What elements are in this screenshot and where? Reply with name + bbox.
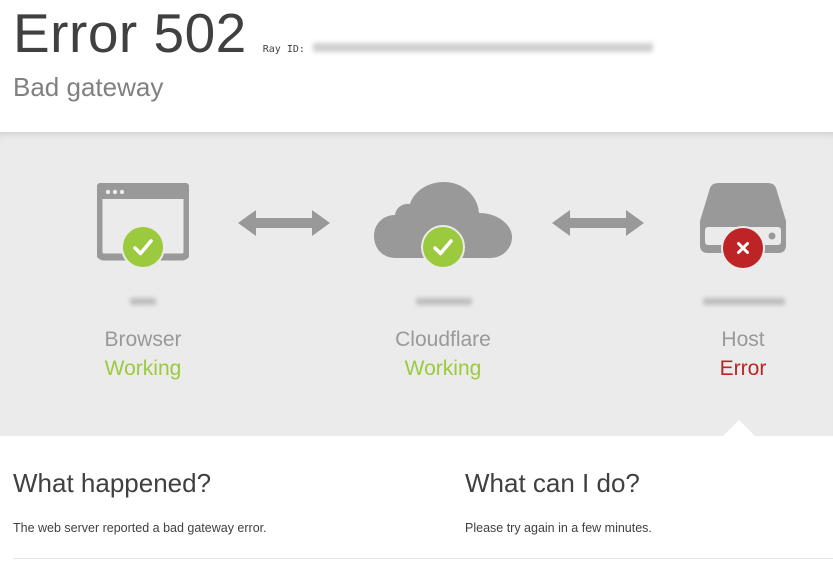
- cloudflare-label: Cloudflare: [395, 328, 491, 351]
- browser-location-redacted: [130, 298, 156, 305]
- ray-id-value-redacted: [312, 43, 653, 52]
- status-diagram: Browser Working Cloudflare Working Host …: [0, 132, 833, 436]
- host-status: Error: [719, 357, 767, 380]
- browser-label: Browser: [104, 328, 182, 351]
- error-x-icon: [721, 226, 765, 270]
- host-label: Host: [721, 328, 765, 351]
- checkmark-icon: [121, 225, 165, 269]
- host-name-redacted: [703, 298, 785, 305]
- checkmark-icon: [421, 225, 465, 269]
- error-header: Error 502 Ray ID: Bad gateway: [0, 0, 833, 132]
- cloudflare-location-redacted: [416, 298, 472, 305]
- host-pointer-notch: [722, 420, 756, 437]
- bidirectional-arrow-icon: [552, 210, 644, 236]
- what-happened-section: What happened? The web server reported a…: [13, 468, 373, 535]
- what-can-i-do-section: What can I do? Please try again in a few…: [465, 468, 825, 535]
- ray-id-label: Ray ID:: [262, 44, 305, 55]
- what-happened-heading: What happened?: [13, 468, 212, 498]
- what-can-i-do-text: Please try again in a few minutes.: [465, 521, 652, 535]
- cloudflare-status: Working: [404, 357, 482, 380]
- what-can-i-do-heading: What can I do?: [465, 468, 640, 498]
- bidirectional-arrow-icon: [238, 210, 330, 236]
- error-subtitle: Bad gateway: [13, 72, 164, 102]
- error-code-title: Error 502: [13, 2, 247, 64]
- footer-divider: [13, 558, 833, 559]
- title-row: Error 502 Ray ID:: [13, 6, 653, 61]
- what-happened-text: The web server reported a bad gateway er…: [13, 521, 267, 535]
- browser-status: Working: [104, 357, 182, 380]
